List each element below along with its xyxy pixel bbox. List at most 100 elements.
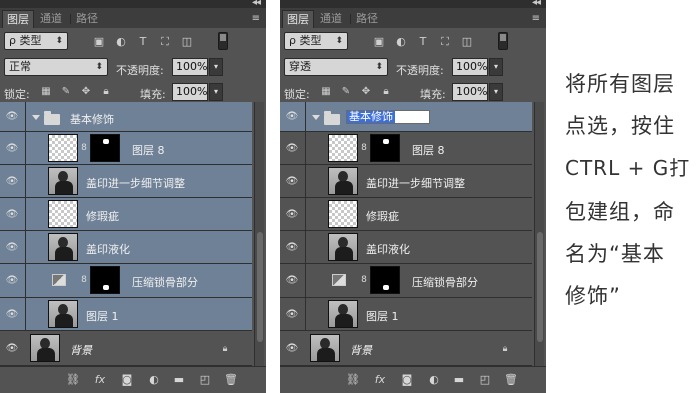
fx-icon[interactable]: fx <box>93 374 107 386</box>
trash-icon[interactable]: 🗑︎ <box>504 374 518 386</box>
eye-icon[interactable]: 👁︎ <box>4 343 20 355</box>
filter-smart-object-icon[interactable]: ◫ <box>180 36 194 48</box>
layer-name[interactable]: 图层 8 <box>132 142 165 158</box>
layer-name[interactable]: 盖印进一步细节调整 <box>86 175 185 191</box>
layer-row[interactable]: 👁︎ 图层 1 <box>0 298 252 331</box>
eye-icon[interactable]: 👁︎ <box>284 111 300 123</box>
lock-transparent-icon[interactable]: ▦ <box>40 86 52 98</box>
layer-row[interactable]: 👁︎ 盖印进一步细节调整 <box>280 165 532 198</box>
fill-input[interactable]: 100% <box>452 83 488 101</box>
new-group-icon[interactable]: ▬ <box>452 374 466 386</box>
new-layer-icon[interactable]: ◰ <box>198 374 212 386</box>
eye-icon[interactable]: 👁︎ <box>284 176 300 188</box>
layer-name[interactable]: 修瑕疵 <box>86 208 119 224</box>
filter-type-icon[interactable]: T <box>416 36 430 48</box>
opacity-dropdown-icon[interactable]: ▾ <box>489 58 503 76</box>
layer-name[interactable]: 压缩锁骨部分 <box>412 274 478 290</box>
tab-paths[interactable]: 路径 <box>352 10 382 28</box>
panel-collapse-bar[interactable]: ◂◂ <box>280 0 546 8</box>
panel-menu-icon[interactable]: ≡ <box>252 13 260 24</box>
lock-all-icon[interactable]: 🔒︎ <box>380 86 392 98</box>
eye-icon[interactable]: 👁︎ <box>284 242 300 254</box>
new-layer-icon[interactable]: ◰ <box>478 374 492 386</box>
lock-brush-icon[interactable]: ✎ <box>340 86 352 98</box>
layer-name[interactable]: 基本修饰 <box>70 111 114 127</box>
filter-adjustment-icon[interactable]: ◐ <box>394 36 408 48</box>
layer-scrollbar[interactable] <box>254 102 264 366</box>
link-layers-icon[interactable]: ⛓ <box>66 374 80 386</box>
fill-input[interactable]: 100% <box>172 83 208 101</box>
eye-icon[interactable]: 👁︎ <box>284 343 300 355</box>
collapse-icon[interactable]: ◂◂ <box>532 0 541 8</box>
fill-dropdown-icon[interactable]: ▾ <box>489 83 503 101</box>
lock-transparent-icon[interactable]: ▦ <box>320 86 332 98</box>
layer-mask-thumbnail[interactable] <box>90 134 120 162</box>
link-icon[interactable]: 8 <box>360 274 368 286</box>
tab-paths[interactable]: 路径 <box>72 10 102 28</box>
link-icon[interactable]: 8 <box>360 142 368 154</box>
layer-row[interactable]: 👁︎ 修瑕疵 <box>0 198 252 231</box>
layer-name[interactable]: 盖印进一步细节调整 <box>366 175 465 191</box>
layer-scrollbar[interactable] <box>534 102 544 366</box>
trash-icon[interactable]: 🗑︎ <box>224 374 238 386</box>
layer-filter-dropdown[interactable]: ρ 类型 ⬍ <box>284 32 348 50</box>
layer-mask-thumbnail[interactable] <box>370 266 400 294</box>
filter-adjustment-icon[interactable]: ◐ <box>114 36 128 48</box>
layer-row[interactable]: 👁︎ 8 图层 8 <box>0 132 252 165</box>
panel-menu-icon[interactable]: ≡ <box>532 13 540 24</box>
mask-icon[interactable]: ◙ <box>120 374 134 386</box>
lock-all-icon[interactable]: 🔒︎ <box>100 86 112 98</box>
eye-icon[interactable]: 👁︎ <box>4 309 20 321</box>
layer-row[interactable]: 👁︎ 盖印进一步细节调整 <box>0 165 252 198</box>
filter-shape-icon[interactable]: ⛶ <box>158 36 172 48</box>
layer-name[interactable]: 盖印液化 <box>86 241 130 257</box>
layer-row-background[interactable]: 👁︎ 背景 🔒︎ <box>280 331 532 366</box>
opacity-input[interactable]: 100% <box>452 58 488 76</box>
adjustment-layer-icon[interactable]: ◐ <box>147 374 161 386</box>
opacity-dropdown-icon[interactable]: ▾ <box>209 58 223 76</box>
layer-row[interactable]: 👁︎ 图层 1 <box>280 298 532 331</box>
lock-move-icon[interactable]: ✥ <box>360 86 372 98</box>
layer-group-row[interactable]: 👁︎ 基本修饰 <box>0 102 252 132</box>
layer-name[interactable]: 修瑕疵 <box>366 208 399 224</box>
adjustment-layer-icon[interactable]: ◐ <box>427 374 441 386</box>
eye-icon[interactable]: 👁︎ <box>4 143 20 155</box>
filter-type-icon[interactable]: T <box>136 36 150 48</box>
layer-name[interactable]: 盖印液化 <box>366 241 410 257</box>
filter-toggle[interactable] <box>218 32 228 50</box>
eye-icon[interactable]: 👁︎ <box>4 275 20 287</box>
layer-row[interactable]: 👁︎ 8 图层 8 <box>280 132 532 165</box>
layer-row-background[interactable]: 👁︎ 背景 🔒︎ <box>0 331 252 366</box>
layer-row[interactable]: 👁︎ 8 压缩锁骨部分 <box>280 264 532 298</box>
group-rename-input[interactable]: 基本修饰 <box>346 110 430 124</box>
scrollbar-thumb[interactable] <box>257 232 263 342</box>
layer-group-row[interactable]: 👁︎ 基本修饰 <box>280 102 532 132</box>
layer-name[interactable]: 背景 <box>70 342 92 358</box>
layer-row[interactable]: 👁︎ 8 压缩锁骨部分 <box>0 264 252 298</box>
eye-icon[interactable]: 👁︎ <box>4 176 20 188</box>
link-layers-icon[interactable]: ⛓ <box>346 374 360 386</box>
eye-icon[interactable]: 👁︎ <box>4 111 20 123</box>
eye-icon[interactable]: 👁︎ <box>284 209 300 221</box>
blend-mode-dropdown[interactable]: 穿透 ⬍ <box>284 58 388 76</box>
layer-row[interactable]: 👁︎ 盖印液化 <box>0 231 252 264</box>
layer-row[interactable]: 👁︎ 盖印液化 <box>280 231 532 264</box>
link-icon[interactable]: 8 <box>80 142 88 154</box>
tab-layers[interactable]: 图层 <box>2 10 34 28</box>
layer-mask-thumbnail[interactable] <box>90 266 120 294</box>
eye-icon[interactable]: 👁︎ <box>284 275 300 287</box>
expand-triangle-icon[interactable] <box>32 115 40 120</box>
panel-collapse-bar[interactable]: ◂◂ <box>0 0 266 8</box>
layer-filter-dropdown[interactable]: ρ 类型 ⬍ <box>4 32 68 50</box>
expand-triangle-icon[interactable] <box>312 115 320 120</box>
fill-dropdown-icon[interactable]: ▾ <box>209 83 223 101</box>
layer-name[interactable]: 图层 8 <box>412 142 445 158</box>
scrollbar-thumb[interactable] <box>537 232 543 342</box>
layer-name[interactable]: 背景 <box>350 342 372 358</box>
link-icon[interactable]: 8 <box>80 274 88 286</box>
opacity-input[interactable]: 100% <box>172 58 208 76</box>
lock-move-icon[interactable]: ✥ <box>80 86 92 98</box>
eye-icon[interactable]: 👁︎ <box>284 309 300 321</box>
layer-row[interactable]: 👁︎ 修瑕疵 <box>280 198 532 231</box>
layer-name[interactable]: 压缩锁骨部分 <box>132 274 198 290</box>
